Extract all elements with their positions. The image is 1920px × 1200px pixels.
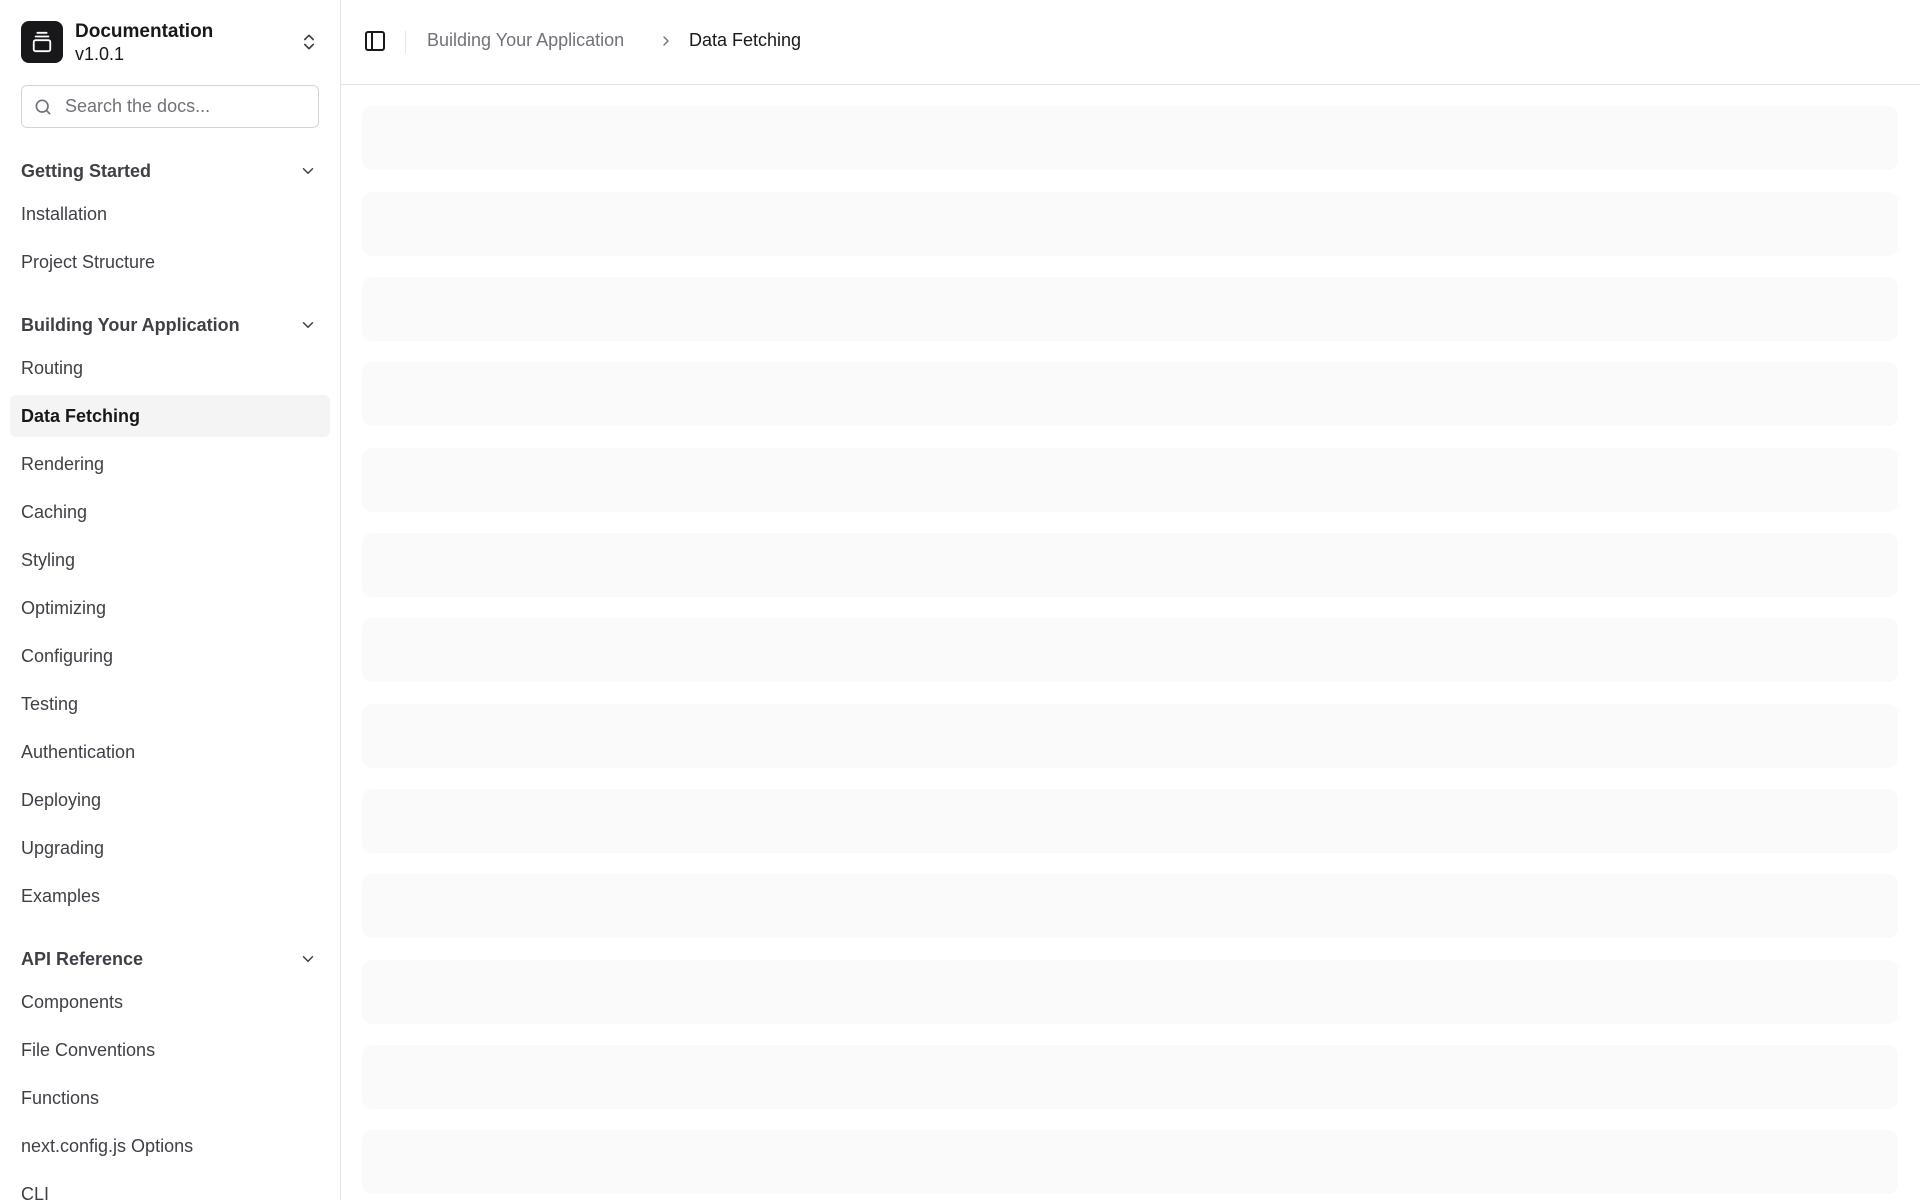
nav-group-getting-started[interactable]: Getting Started <box>21 156 321 186</box>
sidebar-item-examples[interactable]: Examples <box>10 875 330 917</box>
main-content: Building Your Application Data Fetching <box>341 0 1920 1200</box>
sidebar-item-project-structure[interactable]: Project Structure <box>10 241 330 283</box>
skeleton-block <box>362 1045 1898 1109</box>
skeleton-block <box>362 789 1898 853</box>
sidebar-item-cli[interactable]: CLI <box>10 1173 330 1200</box>
chevrons-up-down-icon <box>304 34 314 50</box>
search-input[interactable] <box>65 96 305 117</box>
team-text: Documentation v1.0.1 <box>75 21 213 65</box>
sidebar-item-testing[interactable]: Testing <box>10 683 330 725</box>
skeleton-block <box>362 704 1898 768</box>
sidebar-item-file-conventions[interactable]: File Conventions <box>10 1029 330 1071</box>
sidebar-item-rendering[interactable]: Rendering <box>10 443 330 485</box>
sidebar-item-caching[interactable]: Caching <box>10 491 330 533</box>
skeleton-block <box>362 874 1898 938</box>
nav-group-label: Building Your Application <box>21 314 240 335</box>
team-name: Documentation <box>75 21 214 42</box>
chevron-right-icon <box>663 36 669 46</box>
sidebar-item-optimizing[interactable]: Optimizing <box>10 587 330 629</box>
team-version: v1.0.1 <box>75 44 125 64</box>
skeleton-block <box>362 192 1898 256</box>
sidebar-item-components[interactable]: Components <box>10 981 330 1023</box>
chevron-down-icon <box>302 168 314 174</box>
sidebar-item-upgrading[interactable]: Upgrading <box>10 827 330 869</box>
gallery-vertical-end-icon <box>21 21 63 63</box>
separator <box>405 31 406 53</box>
nav-group-api-reference[interactable]: API Reference <box>21 944 321 974</box>
breadcrumb-page: Data Fetching <box>689 30 802 50</box>
breadcrumb-link[interactable]: Building Your Application <box>427 30 624 51</box>
skeleton-block <box>362 533 1898 597</box>
search-box[interactable] <box>21 85 319 128</box>
team-switcher[interactable]: Documentation v1.0.1 <box>10 12 331 72</box>
sidebar-item-installation[interactable]: Installation <box>10 193 330 235</box>
nav-group-label: API Reference <box>21 948 144 969</box>
skeleton-block <box>362 448 1898 512</box>
nav-group-building-your-application[interactable]: Building Your Application <box>21 310 321 340</box>
skeleton-block <box>362 106 1898 170</box>
sidebar: Documentation v1.0.1 Getting Started Ins… <box>0 0 341 1200</box>
skeleton-block <box>362 362 1898 426</box>
sidebar-item-deploying[interactable]: Deploying <box>10 779 330 821</box>
app-root: Documentation v1.0.1 Getting Started Ins… <box>0 0 1920 1200</box>
skeleton-block <box>362 1130 1898 1194</box>
skeleton-block <box>362 277 1898 341</box>
chevron-down-icon <box>302 322 314 328</box>
panel-left-icon[interactable] <box>363 29 387 53</box>
skeleton-block <box>362 618 1898 682</box>
sidebar-item-configuring[interactable]: Configuring <box>10 635 330 677</box>
skeleton-block <box>362 960 1898 1024</box>
nav-group-label: Getting Started <box>21 160 152 181</box>
sidebar-item-next-config-options[interactable]: next.config.js Options <box>10 1125 330 1167</box>
chevron-down-icon <box>302 956 314 962</box>
sidebar-item-styling[interactable]: Styling <box>10 539 330 581</box>
search-icon <box>35 99 51 114</box>
sidebar-item-functions[interactable]: Functions <box>10 1077 330 1119</box>
sidebar-item-data-fetching[interactable]: Data Fetching <box>10 395 330 437</box>
sidebar-item-authentication[interactable]: Authentication <box>10 731 330 773</box>
sidebar-item-routing[interactable]: Routing <box>10 347 330 389</box>
top-bar: Building Your Application Data Fetching <box>341 0 1920 85</box>
